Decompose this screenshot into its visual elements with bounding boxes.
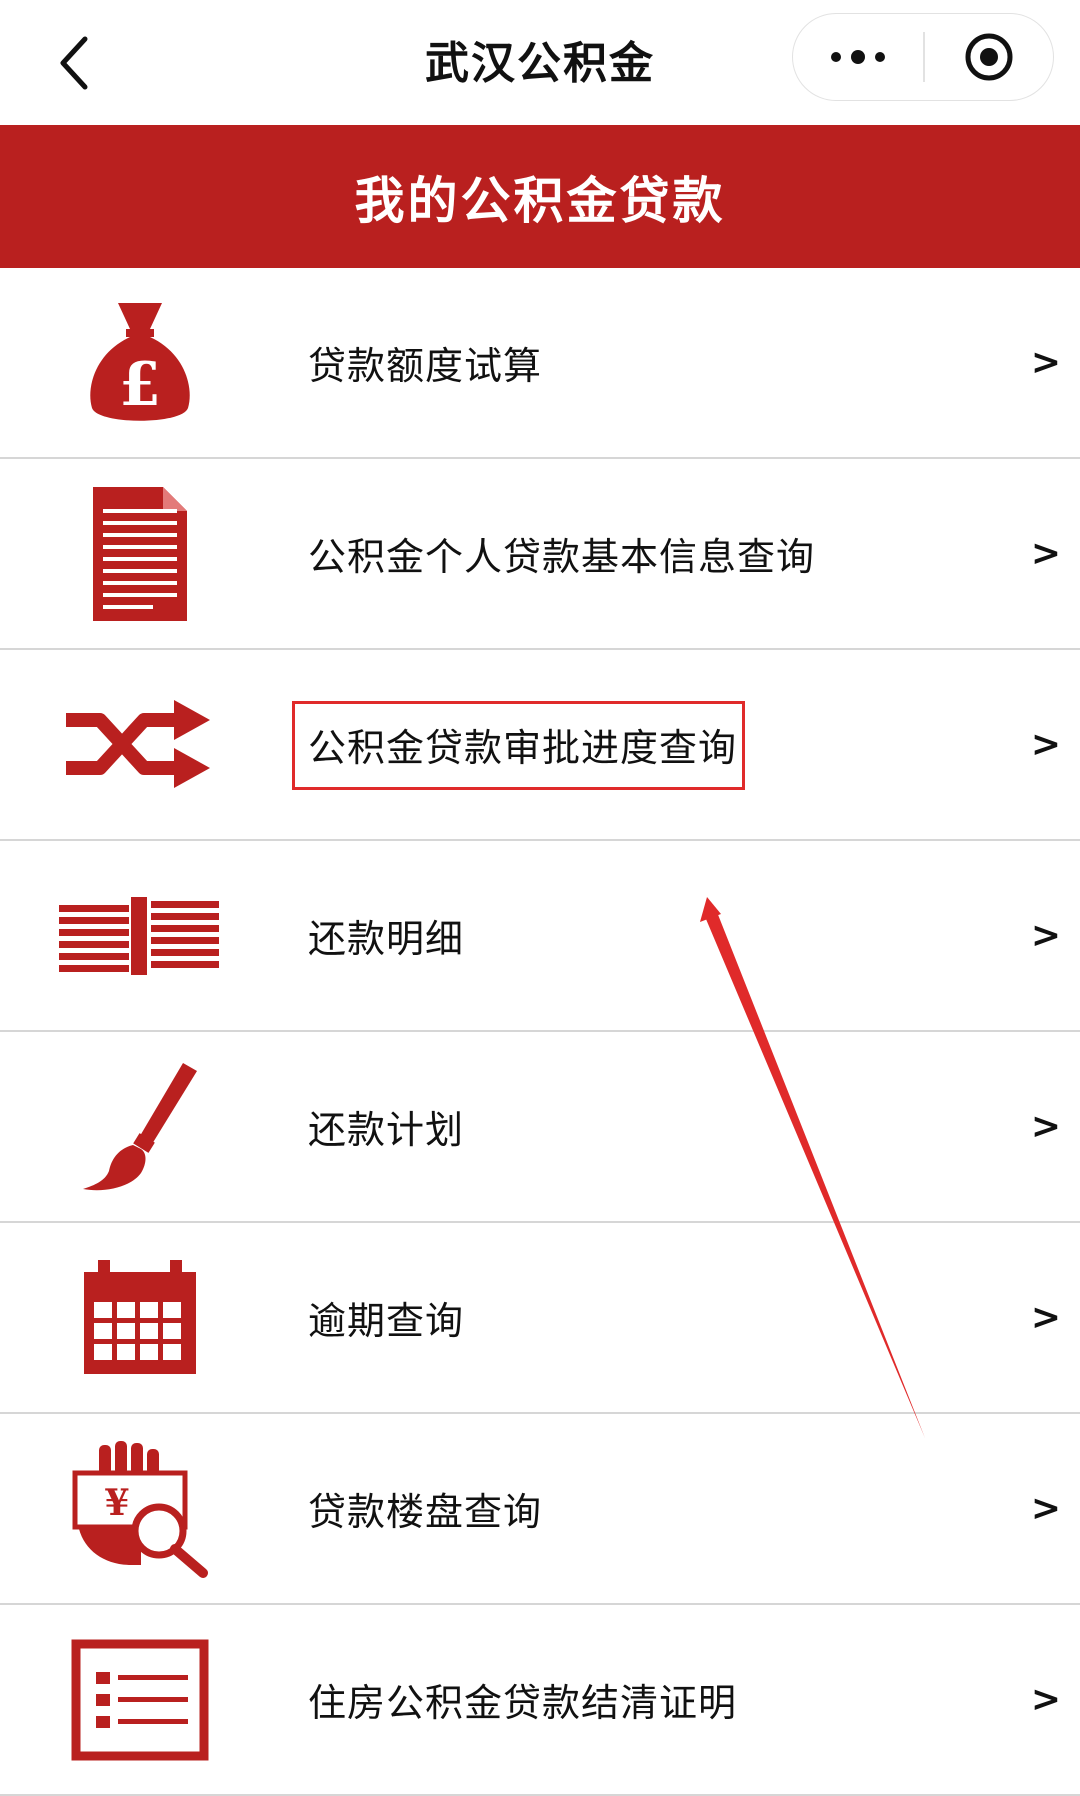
menu-item-settlement-certificate[interactable]: 住房公积金贷款结清证明 > (0, 1605, 1080, 1796)
menu-item-label: 住房公积金贷款结清证明 (308, 1681, 738, 1725)
list-icon (30, 1605, 250, 1794)
cash-stacks-icon (30, 841, 250, 1030)
menu-item-repayment-details[interactable]: 还款明细 > (0, 841, 1080, 1032)
mini-program-capsule (792, 13, 1054, 101)
menu-item-loan-quota[interactable]: £ 贷款额度试算 > (0, 268, 1080, 459)
document-icon (30, 459, 250, 648)
chevron-right-icon: > (1030, 1679, 1062, 1720)
chevron-right-icon: > (1030, 1297, 1062, 1338)
chevron-right-icon: > (1030, 724, 1062, 765)
more-dots-icon (831, 50, 885, 64)
section-banner: 我的公积金贷款 (0, 125, 1080, 268)
menu-item-overdue-query[interactable]: 逾期查询 > (0, 1223, 1080, 1414)
menu-item-property-query[interactable]: ¥ 贷款楼盘查询 > (0, 1414, 1080, 1605)
money-bag-icon: £ (30, 268, 250, 457)
chevron-right-icon: > (1030, 533, 1062, 574)
chevron-right-icon: > (1030, 1106, 1062, 1147)
menu-item-approval-progress[interactable]: 公积金贷款审批进度查询 > (0, 650, 1080, 841)
loan-menu-list: £ 贷款额度试算 > 公积金个人贷款基本信息查询 > 公积金贷款审批进度查询 >… (0, 268, 1080, 1796)
top-navbar: 武汉公积金 (0, 0, 1080, 125)
menu-item-label: 公积金贷款审批进度查询 (308, 726, 738, 770)
menu-item-label: 公积金个人贷款基本信息查询 (308, 535, 816, 579)
paintbrush-icon (30, 1032, 250, 1221)
menu-item-label: 还款计划 (308, 1108, 465, 1152)
menu-item-label: 贷款楼盘查询 (308, 1490, 543, 1534)
money-search-icon: ¥ (30, 1414, 250, 1603)
more-button[interactable] (793, 14, 923, 100)
calendar-icon (30, 1223, 250, 1412)
menu-item-loan-basic-info[interactable]: 公积金个人贷款基本信息查询 > (0, 459, 1080, 650)
chevron-right-icon: > (1030, 915, 1062, 956)
menu-item-repayment-plan[interactable]: 还款计划 > (0, 1032, 1080, 1223)
menu-item-label: 还款明细 (308, 917, 465, 961)
target-circle-icon (965, 33, 1013, 81)
svg-text:£: £ (119, 350, 161, 420)
menu-item-label: 贷款额度试算 (308, 344, 543, 388)
chevron-right-icon: > (1030, 1488, 1062, 1529)
chevron-right-icon: > (1030, 342, 1062, 383)
menu-item-label: 逾期查询 (308, 1299, 465, 1343)
shuffle-icon (30, 650, 250, 839)
close-mini-program-button[interactable] (925, 14, 1054, 100)
svg-text:¥: ¥ (104, 1482, 129, 1524)
